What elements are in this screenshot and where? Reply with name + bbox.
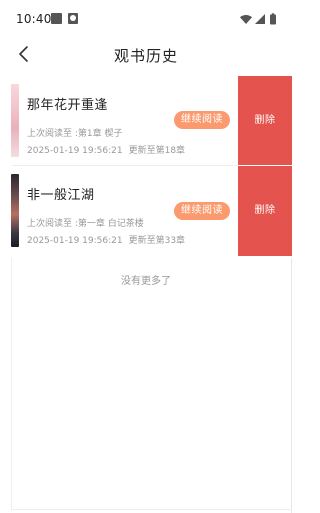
panel-edge-bottom bbox=[11, 509, 292, 510]
history-item[interactable]: 非一般江湖 上次阅读至 :第一章 白记茶楼 2025-01-19 19:56:2… bbox=[0, 166, 292, 256]
battery-icon bbox=[270, 14, 276, 25]
read-time-and-update: 2025-01-19 19:56:21 更新至第33章 bbox=[27, 233, 185, 246]
continue-reading-button[interactable]: 继续阅读 bbox=[174, 202, 230, 220]
read-time: 2025-01-19 19:56:21 bbox=[27, 236, 123, 246]
cell-signal-icon bbox=[255, 14, 265, 24]
last-read-chapter: 上次阅读至 :第1章 楔子 bbox=[27, 129, 123, 139]
status-icons-svg bbox=[240, 13, 276, 25]
continue-reading-button[interactable]: 继续阅读 bbox=[174, 111, 230, 129]
update-status: 更新至第18章 bbox=[128, 146, 186, 156]
screen: 10:40 观书历史 那年花开重逢 上次阅读至 :第1章 楔子 2025-01-… bbox=[0, 0, 292, 513]
delete-button[interactable]: 删除 bbox=[238, 76, 292, 165]
notification-icon bbox=[51, 13, 62, 24]
status-icons bbox=[240, 12, 280, 26]
book-title: 非一般江湖 bbox=[27, 188, 95, 203]
read-time: 2025-01-19 19:56:21 bbox=[27, 146, 123, 156]
status-time: 10:40 bbox=[16, 12, 52, 26]
panel-edge-left bbox=[11, 258, 12, 510]
panel-edge-right bbox=[291, 258, 292, 513]
wifi-icon bbox=[240, 14, 252, 24]
read-time-and-update: 2025-01-19 19:56:21 更新至第18章 bbox=[27, 143, 185, 156]
book-title: 那年花开重逢 bbox=[27, 98, 109, 113]
book-cover bbox=[11, 84, 19, 157]
status-bar: 10:40 bbox=[0, 0, 292, 38]
page-title: 观书历史 bbox=[113, 47, 178, 65]
last-read-chapter: 上次阅读至 :第一章 白记茶楼 bbox=[27, 219, 144, 229]
header: 观书历史 bbox=[0, 38, 292, 70]
no-more-text: 没有更多了 bbox=[121, 276, 171, 287]
book-cover bbox=[11, 174, 19, 247]
history-item[interactable]: 那年花开重逢 上次阅读至 :第1章 楔子 2025-01-19 19:56:21… bbox=[0, 76, 292, 166]
delete-button[interactable]: 删除 bbox=[238, 166, 292, 256]
notification-app-icon bbox=[68, 13, 78, 24]
update-status: 更新至第33章 bbox=[128, 236, 186, 246]
